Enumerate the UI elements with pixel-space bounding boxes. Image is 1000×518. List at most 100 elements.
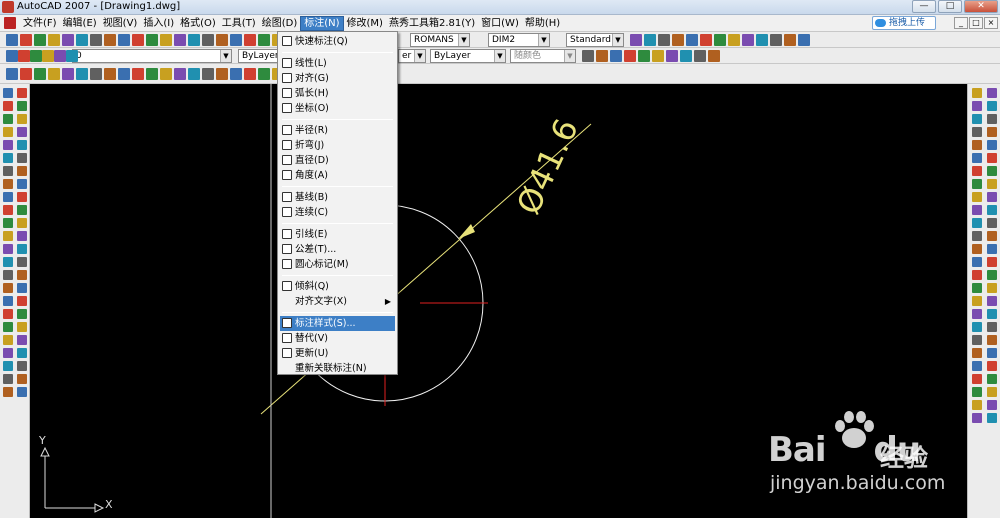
side-tool-icon[interactable]: [3, 296, 13, 306]
menu-item[interactable]: 修改(M): [344, 16, 386, 31]
toolbar-button-icon[interactable]: [230, 68, 242, 80]
menu-item[interactable]: 格式(O): [177, 16, 219, 31]
toolbar-button-icon[interactable]: [132, 68, 144, 80]
side-tool-icon[interactable]: [972, 400, 982, 410]
toolbar-button-icon[interactable]: [146, 68, 158, 80]
side-tool-icon[interactable]: [987, 205, 997, 215]
side-tool-icon[interactable]: [3, 374, 13, 384]
dim-menu-item[interactable]: 半径(R): [280, 123, 395, 138]
side-tool-icon[interactable]: [3, 283, 13, 293]
toolbar-button-icon[interactable]: [708, 50, 720, 62]
side-tool-icon[interactable]: [17, 257, 27, 267]
dim-menu-item[interactable]: 引线(E): [280, 227, 395, 242]
side-tool-icon[interactable]: [972, 283, 982, 293]
toolbar-button-icon[interactable]: [610, 50, 622, 62]
side-tool-icon[interactable]: [17, 140, 27, 150]
side-tool-icon[interactable]: [987, 88, 997, 98]
toolbar-button-icon[interactable]: [34, 34, 46, 46]
toolbar-button-icon[interactable]: [30, 50, 42, 62]
side-tool-icon[interactable]: [3, 335, 13, 345]
dim-menu-item[interactable]: 线性(L): [280, 56, 395, 71]
side-tool-icon[interactable]: [3, 101, 13, 111]
toolbar-button-icon[interactable]: [230, 34, 242, 46]
side-tool-icon[interactable]: [17, 335, 27, 345]
toolbar-button-icon[interactable]: [658, 34, 670, 46]
side-tool-icon[interactable]: [3, 140, 13, 150]
side-tool-icon[interactable]: [3, 153, 13, 163]
toolbar-button-icon[interactable]: [76, 34, 88, 46]
dim-menu-item[interactable]: 弧长(H): [280, 86, 395, 101]
side-tool-icon[interactable]: [972, 88, 982, 98]
table-style-combo[interactable]: Standard ▼: [566, 33, 624, 47]
side-tool-icon[interactable]: [987, 231, 997, 241]
dim-menu-item[interactable]: 倾斜(Q): [280, 279, 395, 294]
menu-item[interactable]: 帮助(H): [522, 16, 563, 31]
toolbar-button-icon[interactable]: [652, 50, 664, 62]
toolbar-button-icon[interactable]: [6, 68, 18, 80]
toolbar-button-icon[interactable]: [54, 50, 66, 62]
side-tool-icon[interactable]: [972, 179, 982, 189]
toolbar-button-icon[interactable]: [644, 34, 656, 46]
side-tool-icon[interactable]: [3, 270, 13, 280]
dim-menu-item[interactable]: 角度(A): [280, 168, 395, 183]
side-tool-icon[interactable]: [987, 400, 997, 410]
toolbar-button-icon[interactable]: [798, 34, 810, 46]
side-tool-icon[interactable]: [3, 166, 13, 176]
side-tool-icon[interactable]: [3, 309, 13, 319]
side-tool-icon[interactable]: [972, 231, 982, 241]
toolbar-button-icon[interactable]: [202, 68, 214, 80]
menu-item[interactable]: 编辑(E): [60, 16, 100, 31]
side-tool-icon[interactable]: [972, 101, 982, 111]
side-tool-icon[interactable]: [17, 309, 27, 319]
side-tool-icon[interactable]: [3, 205, 13, 215]
side-tool-icon[interactable]: [972, 361, 982, 371]
side-tool-icon[interactable]: [3, 231, 13, 241]
toolbar-button-icon[interactable]: [742, 34, 754, 46]
side-tool-icon[interactable]: [972, 205, 982, 215]
toolbar-button-icon[interactable]: [258, 34, 270, 46]
toolbar-button-icon[interactable]: [118, 34, 130, 46]
toolbar-button-icon[interactable]: [756, 34, 768, 46]
toolbar-button-icon[interactable]: [244, 34, 256, 46]
toolbar-button-icon[interactable]: [784, 34, 796, 46]
lineweight-combo[interactable]: ByLayer ▼: [430, 49, 506, 63]
side-tool-icon[interactable]: [17, 296, 27, 306]
menu-item[interactable]: 视图(V): [100, 16, 141, 31]
side-tool-icon[interactable]: [987, 101, 997, 111]
toolbar-button-icon[interactable]: [90, 68, 102, 80]
side-tool-icon[interactable]: [987, 270, 997, 280]
dim-menu-item[interactable]: 连续(C): [280, 205, 395, 220]
dim-menu-item[interactable]: 替代(V): [280, 331, 395, 346]
side-tool-icon[interactable]: [17, 322, 27, 332]
side-tool-icon[interactable]: [987, 348, 997, 358]
toolbar-button-icon[interactable]: [90, 34, 102, 46]
side-tool-icon[interactable]: [3, 387, 13, 397]
plot-style-combo[interactable]: 随颜色 ▼: [510, 49, 576, 63]
side-tool-icon[interactable]: [987, 192, 997, 202]
toolbar-button-icon[interactable]: [680, 50, 692, 62]
text-style-combo[interactable]: ROMANS ▼: [410, 33, 470, 47]
side-tool-icon[interactable]: [17, 127, 27, 137]
toolbar-button-icon[interactable]: [174, 68, 186, 80]
dim-menu-item[interactable]: 折弯(J): [280, 138, 395, 153]
toolbar-button-icon[interactable]: [48, 68, 60, 80]
side-tool-icon[interactable]: [17, 153, 27, 163]
side-tool-icon[interactable]: [972, 244, 982, 254]
side-tool-icon[interactable]: [3, 88, 13, 98]
dim-menu-item[interactable]: 公差(T)...: [280, 242, 395, 257]
side-tool-icon[interactable]: [972, 114, 982, 124]
toolbar-button-icon[interactable]: [582, 50, 594, 62]
toolbar-button-icon[interactable]: [630, 34, 642, 46]
side-tool-icon[interactable]: [17, 387, 27, 397]
side-tool-icon[interactable]: [3, 322, 13, 332]
toolbar-button-icon[interactable]: [104, 68, 116, 80]
side-tool-icon[interactable]: [972, 348, 982, 358]
toolbar-button-icon[interactable]: [20, 34, 32, 46]
toolbar-button-icon[interactable]: [160, 68, 172, 80]
side-tool-icon[interactable]: [987, 335, 997, 345]
side-tool-icon[interactable]: [987, 218, 997, 228]
side-tool-icon[interactable]: [987, 387, 997, 397]
toolbar-button-icon[interactable]: [686, 34, 698, 46]
dim-menu-item[interactable]: 圆心标记(M): [280, 257, 395, 272]
doc-minimize-button[interactable]: _: [954, 17, 968, 29]
